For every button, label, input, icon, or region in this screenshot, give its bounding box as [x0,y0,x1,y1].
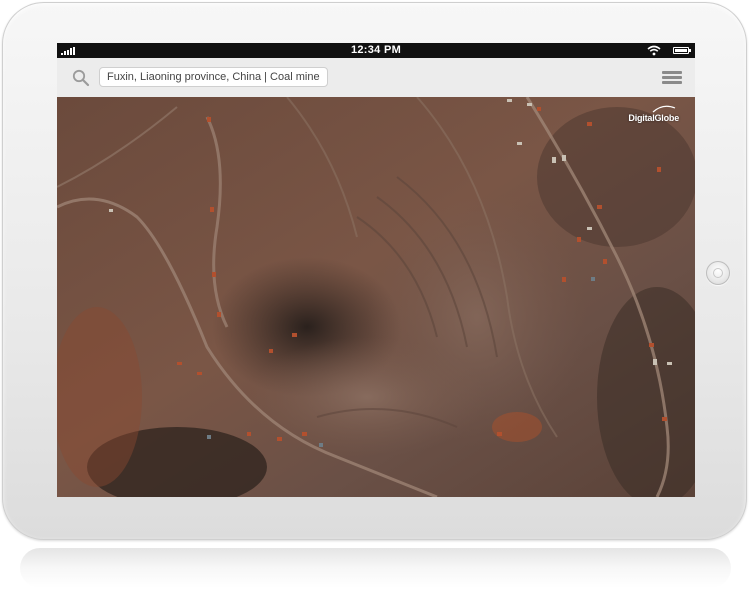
search-header: Fuxin, Liaoning province, China | Coal m… [57,58,695,98]
search-icon[interactable] [72,69,90,87]
status-time: 12:34 PM [350,44,402,56]
battery-icon [673,47,691,54]
status-bar: 12:34 PM [57,43,695,58]
search-input[interactable]: Fuxin, Liaoning province, China | Coal m… [99,67,328,87]
digitalglobe-logo-icon [652,105,676,113]
tablet-reflection [20,548,731,588]
home-button[interactable] [706,261,730,285]
map-credit: DigitalGlobe [628,105,679,123]
hamburger-menu-icon[interactable] [662,71,682,85]
satellite-map[interactable]: DigitalGlobe [57,97,695,497]
satellite-image [57,97,695,497]
tablet-screen: 12:34 PM Fuxin, Liaoning province, China… [57,43,695,497]
map-credit-text: DigitalGlobe [628,113,679,123]
wifi-icon [647,45,661,56]
